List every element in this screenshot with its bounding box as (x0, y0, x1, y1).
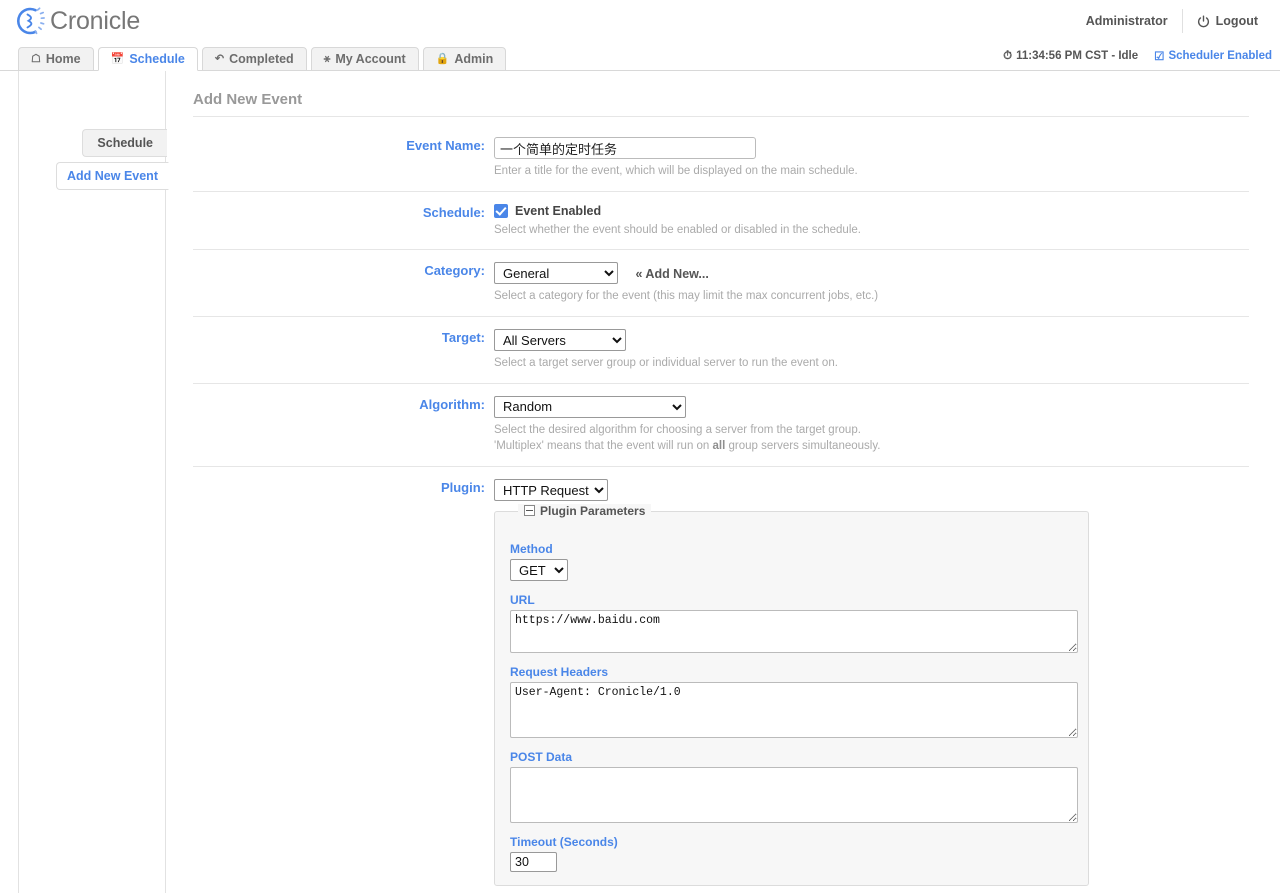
timeout-field-label: Timeout (Seconds) (510, 835, 618, 850)
request-headers-field-label: Request Headers (510, 665, 609, 680)
calendar-clock-icon: 📅 (110, 52, 125, 65)
user-name: Administrator (1085, 14, 1168, 28)
tab-schedule[interactable]: 📅 Schedule (97, 47, 198, 71)
brand-name: Cronicle (50, 6, 141, 35)
category-add-new-link[interactable]: « Add New... (635, 267, 708, 281)
header-user-area: Administrator Logout (1072, 8, 1272, 34)
sidebar-item-schedule-label: Schedule (97, 136, 153, 150)
schedule-caption: Select whether the event should be enabl… (494, 223, 861, 236)
form-row-target: Target: All Servers Select a target serv… (193, 317, 1249, 384)
sidebar-item-add-new-event[interactable]: Add New Event (56, 162, 169, 190)
timeout-input[interactable] (510, 852, 557, 873)
tab-completed[interactable]: ↶ Completed (201, 47, 307, 71)
brand-logo[interactable]: Cronicle (12, 2, 140, 40)
user-icon: ⚹ (323, 52, 331, 65)
tab-home-label: Home (45, 52, 81, 66)
form-row-event-name: Event Name: Enter a title for the event,… (193, 125, 1249, 192)
post-data-field-label: POST Data (510, 750, 573, 765)
cronicle-clock-logo-icon (12, 4, 46, 38)
category-label: Category: (424, 263, 485, 279)
history-icon: ↶ (214, 52, 225, 65)
tab-home[interactable]: ☖ Home (18, 47, 94, 71)
collapse-minus-icon[interactable] (524, 505, 535, 517)
scheduler-enabled-toggle[interactable]: ☑ Scheduler Enabled (1154, 49, 1272, 63)
main-content: Add New Event Event Name: Enter a title … (167, 71, 1280, 893)
current-user-label[interactable]: Administrator (1072, 8, 1182, 34)
method-select[interactable]: GET (510, 559, 568, 582)
logout-button[interactable]: Logout (1183, 8, 1272, 34)
server-clock: ⏱ 11:34:56 PM CST - Idle (1003, 50, 1138, 63)
form-row-algorithm: Algorithm: Random Select the desired alg… (193, 384, 1249, 468)
event-name-input[interactable] (494, 137, 756, 159)
clock-icon: ⏱ (1003, 49, 1013, 62)
lock-icon: 🔒 (435, 52, 450, 65)
form-row-schedule: Schedule: Event Enabled Select whether t… (193, 192, 1249, 251)
algorithm-label: Algorithm: (419, 396, 485, 412)
category-select[interactable]: General (494, 262, 618, 285)
checkbox-checked-icon: ☑ (1154, 51, 1165, 63)
algorithm-caption-line1: Select the desired algorithm for choosin… (494, 423, 861, 436)
tab-my-account[interactable]: ⚹ My Account (310, 47, 419, 71)
event-enabled-label: Event Enabled (515, 203, 602, 218)
tab-schedule-label: Schedule (129, 52, 185, 66)
plugin-parameters-legend[interactable]: Plugin Parameters (518, 503, 652, 518)
clock-text: 11:34:56 PM CST - Idle (1016, 50, 1139, 62)
plugin-label: Plugin: (440, 480, 485, 496)
event-enabled-checkbox-row[interactable]: Event Enabled (494, 203, 1249, 218)
plugin-parameters-legend-label: Plugin Parameters (540, 503, 646, 518)
add-event-form: Event Name: Enter a title for the event,… (193, 117, 1280, 893)
post-data-textarea[interactable] (510, 767, 1078, 824)
tab-admin-label: Admin (454, 52, 494, 66)
algorithm-caption-line2-post: group servers simultaneously. (725, 440, 881, 453)
sidebar: Schedule Add New Event (18, 71, 169, 893)
logout-label: Logout (1215, 14, 1258, 28)
app-header: Cronicle Administrator Logout (0, 0, 1280, 44)
event-name-label: Event Name: (406, 138, 485, 153)
scheduler-enabled-label: Scheduler Enabled (1168, 50, 1272, 62)
sidebar-item-schedule[interactable]: Schedule (82, 129, 167, 157)
tab-admin[interactable]: 🔒 Admin (422, 47, 507, 71)
algorithm-caption-emphasis: all (712, 440, 726, 453)
sidebar-item-add-new-event-label: Add New Event (67, 169, 158, 183)
algorithm-caption-line2-pre: 'Multiplex' means that the event will ru… (494, 440, 713, 453)
target-label: Target: (441, 330, 485, 346)
form-row-plugin: Plugin: HTTP Request Plugin Parameters M… (193, 467, 1249, 893)
page-title: Add New Event (193, 71, 1249, 117)
main-tab-bar: ☖ Home 📅 Schedule ↶ Completed ⚹ My Accou… (0, 44, 1280, 71)
status-bar: ⏱ 11:34:56 PM CST - Idle ☑ Scheduler Ena… (1003, 49, 1272, 64)
tab-my-account-label: My Account (335, 52, 406, 66)
category-caption: Select a category for the event (this ma… (494, 290, 879, 303)
target-caption: Select a target server group or individu… (494, 357, 838, 370)
url-textarea[interactable]: https://www.baidu.com (510, 610, 1078, 654)
url-field-label: URL (510, 593, 535, 608)
tab-completed-label: Completed (229, 52, 294, 66)
request-headers-textarea[interactable]: User-Agent: Cronicle/1.0 (510, 682, 1078, 739)
plugin-parameters-fieldset: Plugin Parameters Method GET URL https:/… (494, 503, 1089, 887)
power-icon (1197, 14, 1210, 28)
target-select[interactable]: All Servers (494, 329, 626, 352)
algorithm-caption: Select the desired algorithm for choosin… (494, 422, 1249, 455)
home-icon: ☖ (31, 52, 41, 65)
event-enabled-checkbox[interactable] (494, 203, 508, 218)
page-body: Schedule Add New Event Add New Event Eve… (0, 71, 1280, 893)
schedule-label: Schedule: (422, 204, 485, 220)
tab-list: ☖ Home 📅 Schedule ↶ Completed ⚹ My Accou… (18, 47, 510, 71)
algorithm-select[interactable]: Random (494, 395, 686, 418)
form-row-category: Category: General « Add New... Select a … (193, 250, 1249, 318)
sidebar-tab-list: Schedule Add New Event (2, 129, 169, 195)
plugin-select[interactable]: HTTP Request (494, 479, 608, 502)
method-field-label: Method (510, 542, 553, 557)
event-name-caption: Enter a title for the event, which will … (494, 165, 858, 177)
